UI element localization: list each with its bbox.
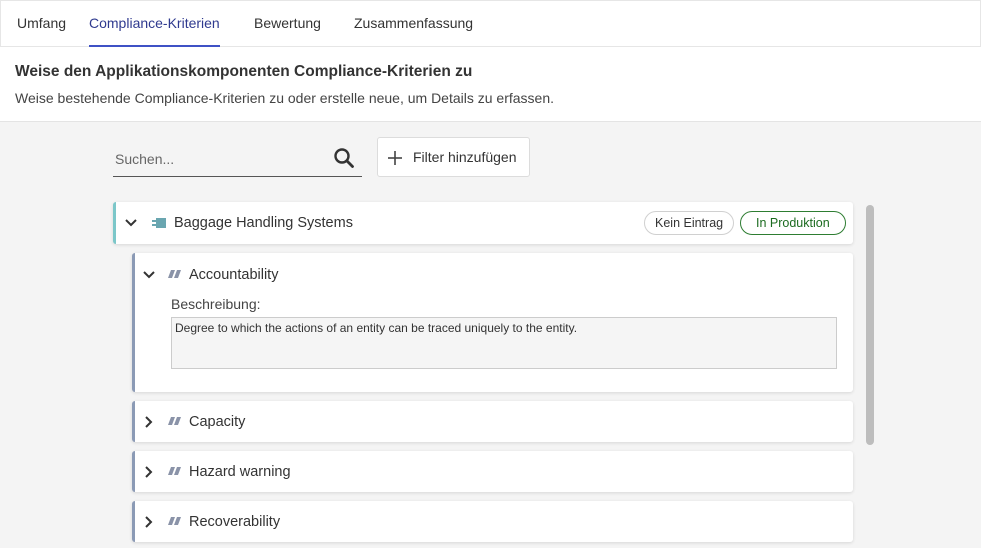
status-badge-kein-eintrag: Kein Eintrag xyxy=(644,211,735,235)
application-component-icon xyxy=(152,218,166,228)
search-icon[interactable] xyxy=(333,147,355,169)
search-field xyxy=(113,142,362,177)
tab-bar: Umfang Compliance-Kriterien Bewertung Zu… xyxy=(0,0,981,47)
tab-compliance-kriterien[interactable]: Compliance-Kriterien xyxy=(89,1,220,47)
component-name: Baggage Handling Systems xyxy=(174,215,353,231)
add-filter-button[interactable]: Filter hinzufügen xyxy=(377,137,530,177)
content-area: Filter hinzufügen Baggage Handling Syste… xyxy=(0,122,981,548)
tab-zusammenfassung[interactable]: Zusammenfassung xyxy=(354,1,473,47)
page-subtitle: Weise bestehende Compliance-Kriterien zu… xyxy=(15,90,555,106)
chevron-right-icon[interactable] xyxy=(142,465,156,479)
add-filter-label: Filter hinzufügen xyxy=(413,149,517,165)
search-input[interactable] xyxy=(115,148,325,170)
criterion-card-recoverability[interactable]: Recoverability xyxy=(132,501,853,542)
description-field[interactable]: Degree to which the actions of an entity… xyxy=(171,317,837,369)
compliance-criterion-icon xyxy=(168,467,181,475)
criterion-name: Hazard warning xyxy=(189,464,291,480)
page-header: Weise den Applikationskomponenten Compli… xyxy=(0,47,981,122)
chevron-right-icon[interactable] xyxy=(142,415,156,429)
compliance-criterion-icon xyxy=(168,517,181,525)
tab-bewertung[interactable]: Bewertung xyxy=(254,1,321,47)
status-badge-in-produktion: In Produktion xyxy=(740,211,846,235)
description-text: Degree to which the actions of an entity… xyxy=(175,321,578,335)
criterion-name: Capacity xyxy=(189,414,246,430)
criterion-card-capacity[interactable]: Capacity xyxy=(132,401,853,442)
compliance-criterion-icon xyxy=(168,270,181,278)
tab-umfang[interactable]: Umfang xyxy=(17,1,66,47)
page-title: Weise den Applikationskomponenten Compli… xyxy=(15,63,473,80)
component-card[interactable]: Baggage Handling Systems Kein Eintrag In… xyxy=(113,202,853,244)
scrollbar-thumb[interactable] xyxy=(866,205,874,445)
chevron-down-icon[interactable] xyxy=(142,268,156,282)
criterion-name: Recoverability xyxy=(189,514,281,530)
criterion-card-accountability[interactable]: Accountability Beschreibung: Degree to w… xyxy=(132,253,853,392)
chevron-down-icon[interactable] xyxy=(124,216,138,230)
plus-icon xyxy=(388,151,402,165)
description-label: Beschreibung: xyxy=(171,296,261,312)
compliance-criterion-icon xyxy=(168,417,181,425)
chevron-right-icon[interactable] xyxy=(142,515,156,529)
criterion-name: Accountability xyxy=(189,267,279,283)
criterion-card-hazard-warning[interactable]: Hazard warning xyxy=(132,451,853,492)
